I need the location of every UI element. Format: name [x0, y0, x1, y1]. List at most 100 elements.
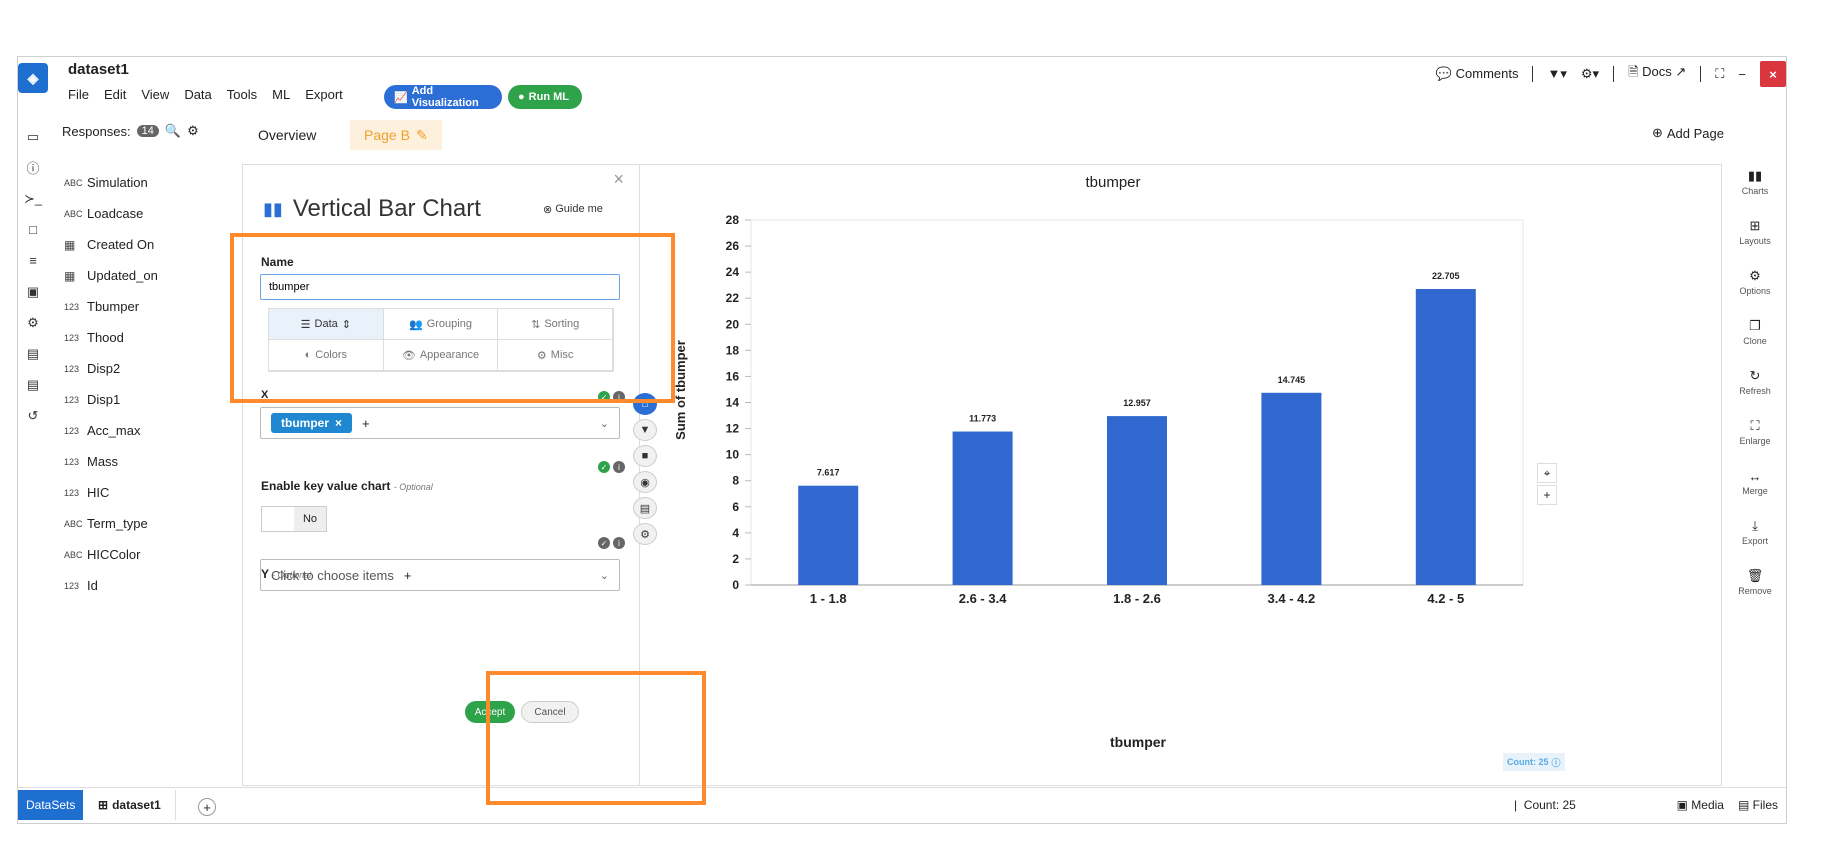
field-item[interactable]: ABC Loadcase	[64, 198, 234, 229]
image-icon[interactable]: ▣	[18, 276, 48, 307]
field-item[interactable]: ▦ Created On	[64, 229, 234, 260]
field-item[interactable]: 123 Thood	[64, 322, 234, 353]
bar[interactable]	[1415, 289, 1476, 585]
right-rail-export[interactable]: ⤓ Export	[1730, 507, 1780, 557]
add-page-button[interactable]: ⊕ Add Page	[1652, 125, 1724, 141]
x-tick-label: 1.8 - 2.6	[1113, 591, 1161, 606]
remove-chip-icon[interactable]: ×	[335, 416, 342, 430]
gear-icon[interactable]: ⚙	[18, 307, 48, 338]
run-ml-button[interactable]: ● Run ML	[508, 85, 582, 109]
tab-overview[interactable]: Overview	[244, 120, 330, 150]
chevron-down-icon[interactable]: ⌄	[600, 417, 609, 430]
settings-dropdown-icon[interactable]: ⚙▾	[1581, 66, 1599, 82]
square-icon[interactable]: □	[18, 214, 48, 245]
terminal-icon[interactable]: ≻_	[18, 183, 48, 214]
bar[interactable]	[1261, 392, 1322, 585]
menu-data[interactable]: Data	[184, 87, 211, 102]
field-item[interactable]: 123 HIC	[64, 477, 234, 508]
menu-export[interactable]: Export	[305, 87, 343, 102]
field-item[interactable]: ABC Simulation	[64, 167, 234, 198]
right-rail-layouts[interactable]: ⊞ Layouts	[1730, 207, 1780, 257]
field-name: Mass	[87, 454, 119, 469]
y-tick-label: 6	[732, 500, 739, 514]
field-item[interactable]: 123 Tbumper	[64, 291, 234, 322]
bar-value-label: 22.705	[1432, 271, 1460, 281]
menu-ml[interactable]: ML	[272, 87, 290, 102]
menu-edit[interactable]: Edit	[104, 87, 126, 102]
info-icon[interactable]: i	[613, 461, 625, 473]
x-field-select[interactable]: tbumper × + ⌄	[260, 407, 620, 439]
field-item[interactable]: ABC HICColor	[64, 539, 234, 570]
y-tick-label: 8	[732, 474, 739, 488]
tab-page-b[interactable]: Page B ✎	[350, 120, 442, 150]
zoom-in-icon[interactable]: +	[1537, 485, 1557, 505]
menu-tools[interactable]: Tools	[227, 87, 257, 102]
chevron-down-icon[interactable]: ⌄	[600, 569, 609, 582]
key-value-toggle[interactable]: No	[261, 506, 327, 532]
check-icon: ✓	[598, 537, 610, 549]
right-rail-options[interactable]: ⚙ Options	[1730, 257, 1780, 307]
right-rail-remove[interactable]: 🗑 Remove	[1730, 557, 1780, 607]
field-item[interactable]: 123 Disp2	[64, 353, 234, 384]
sliders-icon[interactable]: ≡	[18, 245, 48, 276]
fullscreen-icon[interactable]: ⛶	[1715, 66, 1724, 82]
filter-dropdown-icon[interactable]: ▼▾	[1547, 66, 1566, 82]
field-item[interactable]: 123 Mass	[64, 446, 234, 477]
field-name: Disp1	[87, 392, 121, 407]
top-right-toolbar: 💬 Comments ▼▾ ⚙▾ 🗎 Docs ↗ ⛶ − ×	[1436, 61, 1786, 87]
right-rail-enlarge[interactable]: ⛶ Enlarge	[1730, 407, 1780, 457]
chart-line-icon: 📈	[394, 91, 408, 104]
field-item[interactable]: ▦ Updated_on	[64, 260, 234, 291]
monitor-icon[interactable]: ▭	[18, 121, 48, 152]
field-item[interactable]: 123 Acc_max	[64, 415, 234, 446]
close-window-button[interactable]: ×	[1760, 61, 1786, 87]
y-field-select[interactable]: Click to choose items + ⌄	[260, 559, 620, 591]
info-icon[interactable]: ⓘ	[1552, 756, 1561, 769]
menu-view[interactable]: View	[141, 87, 169, 102]
bar-value-label: 11.773	[969, 414, 996, 424]
calendar-icon: ▦	[64, 268, 76, 283]
field-settings-icon[interactable]: ⚙	[187, 123, 199, 139]
field-type-label: 123	[64, 332, 80, 343]
key-value-label: Enable key value chart - Optional	[261, 479, 433, 493]
info-icon[interactable]: ⓘ	[18, 152, 48, 183]
field-item[interactable]: ABC Term_type	[64, 508, 234, 539]
bar[interactable]	[952, 431, 1013, 585]
file-alt-icon[interactable]: ▤	[18, 369, 48, 400]
history-icon[interactable]: ↺	[18, 400, 48, 431]
search-icon[interactable]: 🔍	[165, 123, 181, 139]
field-item[interactable]: 123 Id	[64, 570, 234, 601]
chart-title: tbumper	[1085, 174, 1140, 191]
right-rail-refresh[interactable]: ↻ Refresh	[1730, 357, 1780, 407]
file-icon[interactable]: ▤	[18, 338, 48, 369]
right-rail-charts[interactable]: ▮▮ Charts	[1730, 157, 1780, 207]
y-tick-label: 28	[726, 213, 740, 227]
menu-file[interactable]: File	[68, 87, 89, 102]
field-list: ABC Simulation ABC Loadcase ▦ Created On ▦ Upda…	[64, 167, 234, 601]
info-icon[interactable]: i	[613, 537, 625, 549]
docs-link[interactable]: 🗎 Docs ↗	[1628, 63, 1686, 85]
media-link[interactable]: ▣ Media	[1677, 798, 1724, 812]
minimize-icon[interactable]: −	[1738, 67, 1746, 82]
zoom-reset-icon[interactable]: ⌖	[1537, 463, 1557, 483]
field-item[interactable]: 123 Disp1	[64, 384, 234, 415]
bar[interactable]	[798, 485, 859, 585]
right-rail-merge[interactable]: ↔ Merge	[1730, 457, 1780, 507]
add-dataset-button[interactable]: +	[198, 798, 216, 816]
comments-button[interactable]: 💬 Comments	[1436, 66, 1519, 82]
close-panel-icon[interactable]: ×	[613, 169, 624, 190]
files-link[interactable]: ▤ Files	[1738, 798, 1778, 812]
options-icon: ⚙	[1749, 268, 1761, 283]
guide-me-link[interactable]: ⊗ Guide me	[543, 203, 603, 216]
field-type-label: 123	[64, 425, 80, 436]
field-type-label: ABC	[64, 208, 83, 219]
right-rail-clone[interactable]: ❐ Clone	[1730, 307, 1780, 357]
field-name: Acc_max	[87, 423, 141, 438]
bar[interactable]	[1107, 416, 1167, 585]
dataset-tab[interactable]: ⊞ dataset1	[84, 790, 176, 820]
add-item-icon[interactable]: +	[404, 568, 412, 583]
edit-icon[interactable]: ✎	[416, 127, 428, 144]
add-item-icon[interactable]: +	[362, 416, 370, 431]
add-visualization-button[interactable]: 📈 Add Visualization	[384, 85, 502, 109]
datasets-tab[interactable]: DataSets	[18, 790, 84, 820]
